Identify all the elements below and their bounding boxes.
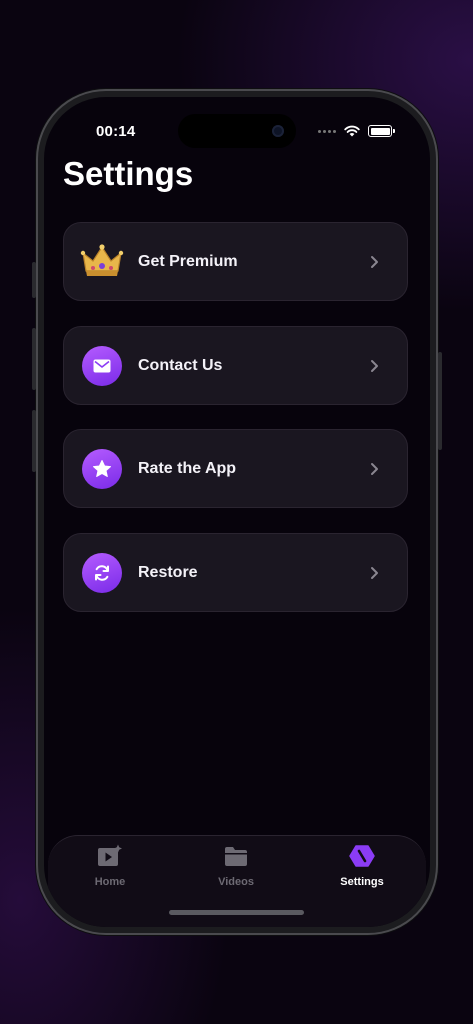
mail-icon	[82, 346, 122, 386]
menu-item-label: Get Premium	[138, 253, 238, 270]
chevron-right-icon	[371, 463, 378, 475]
status-icons	[318, 125, 395, 137]
volume-up-button	[32, 328, 36, 390]
menu-item-label: Contact Us	[138, 357, 223, 374]
tab-label: Home	[94, 876, 126, 888]
home-indicator[interactable]	[169, 910, 304, 915]
tab-settings[interactable]: Settings	[312, 844, 412, 904]
menu-item-get-premium[interactable]: Get Premium	[63, 222, 408, 301]
chevron-right-icon	[371, 567, 378, 579]
star-icon	[82, 449, 122, 489]
app-screen: 00:14 Settings Get Premium Contact Us Ra…	[44, 97, 430, 927]
camera-icon	[272, 125, 284, 137]
crown-icon	[80, 244, 124, 276]
menu-item-rate-app[interactable]: Rate the App	[63, 429, 408, 508]
tab-home[interactable]: Home	[60, 844, 160, 904]
menu-item-contact-us[interactable]: Contact Us	[63, 326, 408, 405]
chevron-right-icon	[371, 256, 378, 268]
refresh-icon	[82, 553, 122, 593]
menu-item-label: Rate the App	[138, 460, 237, 477]
tab-label: Settings	[340, 876, 384, 888]
tab-videos[interactable]: Videos	[186, 844, 286, 904]
wifi-icon	[344, 125, 360, 137]
dynamic-island	[178, 114, 296, 148]
signal-icon	[318, 129, 336, 133]
chevron-right-icon	[371, 360, 378, 372]
settings-hex-icon	[349, 845, 375, 867]
status-time: 00:14	[96, 123, 136, 140]
mute-switch	[32, 262, 36, 298]
page-title: Settings	[63, 155, 194, 192]
video-sparkle-icon	[98, 844, 122, 866]
menu-item-restore[interactable]: Restore	[63, 533, 408, 612]
folder-icon	[225, 847, 247, 866]
tab-label: Videos	[218, 876, 254, 888]
battery-icon	[368, 125, 395, 137]
menu-item-label: Restore	[138, 564, 198, 581]
volume-down-button	[32, 410, 36, 472]
power-button	[438, 352, 442, 450]
